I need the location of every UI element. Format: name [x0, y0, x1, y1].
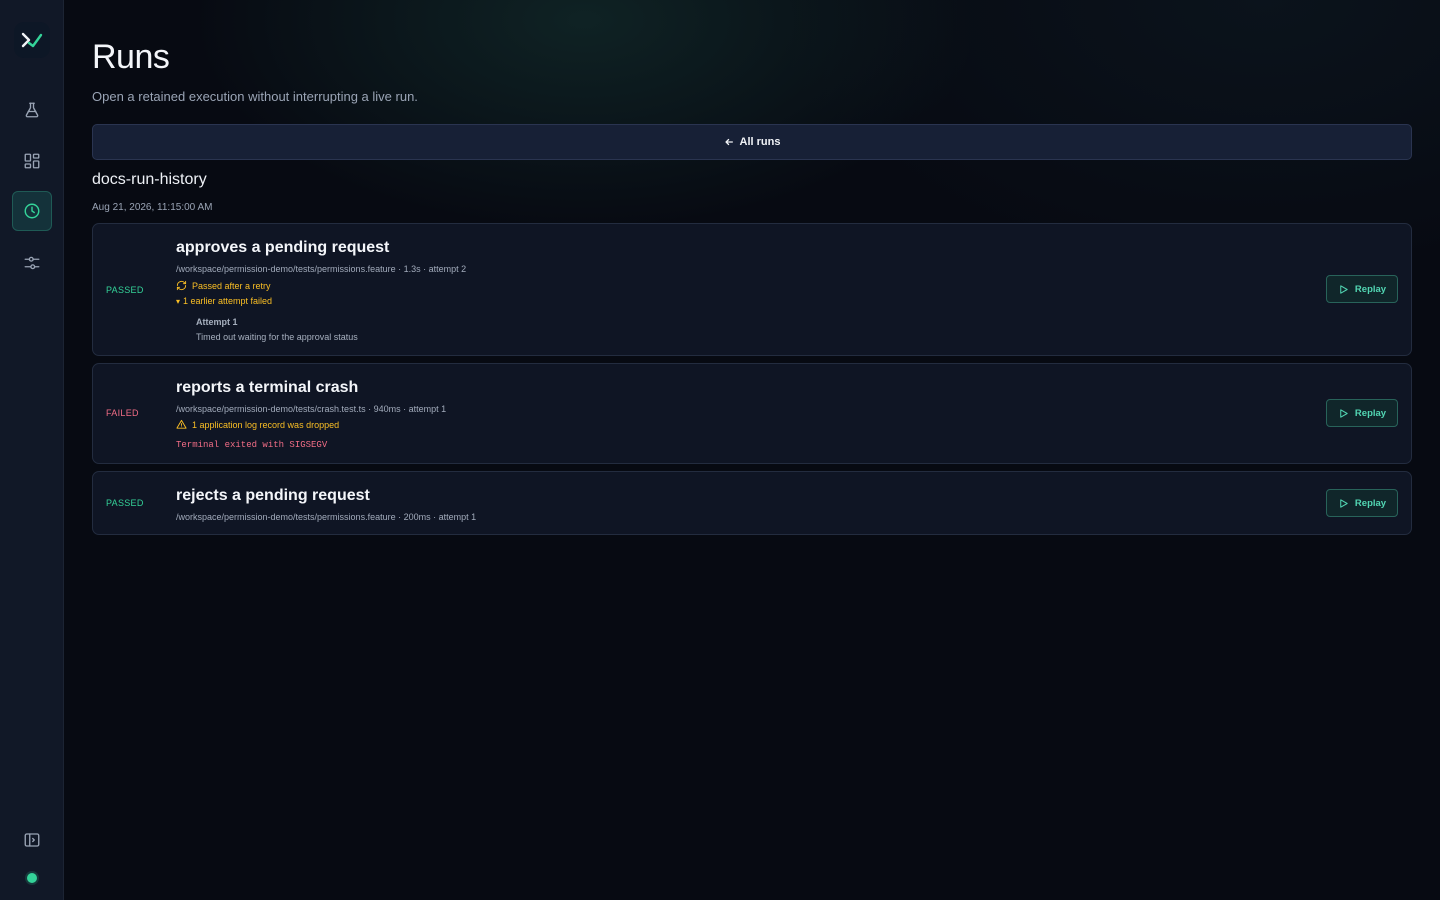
test-result-card: PASSED rejects a pending request /worksp… — [92, 471, 1412, 535]
sidebar-item-tests[interactable] — [12, 90, 52, 130]
replay-label: Replay — [1354, 407, 1387, 419]
replay-label: Replay — [1354, 497, 1387, 509]
sliders-icon — [24, 256, 40, 270]
test-meta: /workspace/permission-demo/tests/permiss… — [176, 512, 477, 522]
flask-icon — [25, 102, 39, 118]
connection-status-dot — [27, 873, 37, 883]
replay-button[interactable]: Replay — [1326, 489, 1398, 517]
sidebar-toggle-button[interactable] — [12, 820, 52, 860]
retry-note: Passed after a retry — [176, 280, 271, 291]
logo-icon[interactable] — [14, 22, 50, 58]
sidebar-item-settings[interactable] — [12, 243, 52, 283]
status-badge: PASSED — [106, 498, 144, 508]
test-title: rejects a pending request — [176, 487, 370, 504]
error-output: Terminal exited with SIGSEGV — [176, 440, 328, 450]
warning-note-text: 1 application log record was dropped — [192, 419, 340, 430]
replay-button[interactable]: Replay — [1326, 275, 1398, 303]
retry-icon — [176, 280, 187, 291]
play-icon — [1340, 408, 1348, 418]
warning-note: 1 application log record was dropped — [176, 419, 339, 430]
replay-button[interactable]: Replay — [1326, 399, 1398, 427]
sidebar — [0, 0, 64, 900]
sidebar-item-runs[interactable] — [12, 191, 52, 231]
test-title: approves a pending request — [176, 239, 390, 256]
arrow-left-icon — [724, 138, 733, 146]
retry-note-text: Passed after a retry — [192, 280, 271, 291]
replay-label: Replay — [1354, 283, 1387, 295]
all-runs-label: All runs — [739, 136, 781, 148]
all-runs-button[interactable]: All runs — [92, 124, 1412, 160]
sidebar-toggle-icon — [24, 833, 40, 847]
page-title: Runs — [92, 38, 170, 76]
status-badge: PASSED — [106, 285, 144, 295]
warning-icon — [176, 419, 187, 429]
page-subtitle: Open a retained execution without interr… — [92, 89, 418, 104]
run-date: Aug 21, 2026, 11:15:00 AM — [92, 202, 213, 213]
test-meta: /workspace/permission-demo/tests/crash.t… — [176, 404, 447, 414]
earlier-attempts-text: 1 earlier attempt failed — [183, 296, 273, 306]
run-name: docs-run-history — [92, 171, 207, 188]
attempt-title: Attempt 1 — [196, 317, 238, 327]
status-badge: FAILED — [106, 408, 139, 418]
test-result-card: FAILED reports a terminal crash /workspa… — [92, 363, 1412, 464]
clock-icon — [24, 203, 40, 219]
sidebar-item-dashboard[interactable] — [12, 141, 52, 181]
test-meta: /workspace/permission-demo/tests/permiss… — [176, 264, 467, 274]
play-icon — [1340, 284, 1348, 294]
grid-icon — [24, 153, 40, 169]
caret-down-icon: ▾ — [176, 296, 181, 306]
test-title: reports a terminal crash — [176, 379, 359, 396]
earlier-attempts-toggle[interactable]: ▾ 1 earlier attempt failed — [176, 296, 272, 306]
play-icon — [1340, 498, 1348, 508]
attempt-message: Timed out waiting for the approval statu… — [196, 332, 358, 342]
test-result-card: PASSED approves a pending request /works… — [92, 223, 1412, 356]
